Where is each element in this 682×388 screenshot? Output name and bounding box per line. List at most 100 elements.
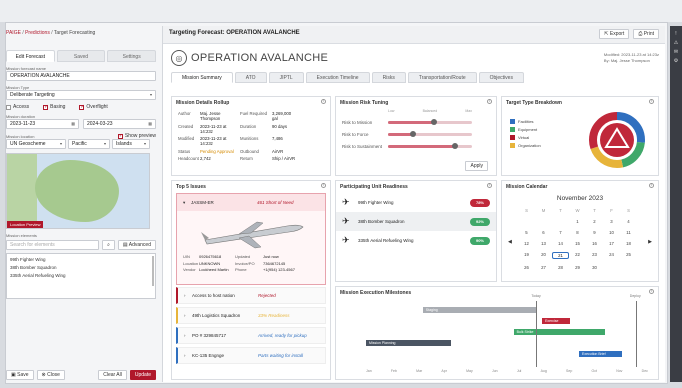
elements-search-input[interactable]: Search for elements — [6, 240, 100, 250]
apply-button[interactable]: Apply — [465, 161, 488, 171]
info-icon[interactable]: i — [321, 99, 326, 104]
info-icon[interactable]: i — [649, 289, 654, 294]
start-date-input[interactable]: 2023-11-23 ▦ — [6, 119, 79, 129]
breadcrumb-section[interactable]: Predictions — [25, 30, 50, 36]
calendar-day[interactable]: 5 — [518, 230, 535, 235]
calendar-day[interactable]: 11 — [620, 230, 637, 235]
calendar-day[interactable]: 13 — [535, 241, 552, 246]
export-button[interactable]: ⇱ Export — [599, 29, 630, 39]
region-select[interactable]: Pacific ▾ — [68, 139, 110, 149]
risk-slider-knob[interactable] — [410, 131, 417, 137]
chat-icon[interactable]: ✉ — [670, 48, 682, 57]
search-button[interactable]: ⌕ — [102, 240, 115, 250]
forecast-name-input[interactable]: OPERATION AVALANCHE — [6, 71, 156, 81]
risk-slider[interactable] — [388, 143, 472, 149]
milestone-bar[interactable]: Bulk Strike — [513, 329, 605, 335]
tab-saved[interactable]: Saved — [56, 50, 106, 62]
calendar-day[interactable]: 1 — [569, 219, 586, 224]
issue-expanded[interactable]: ▾ JASSM-ER 461 Short of Need UIN 09264756… — [176, 193, 326, 285]
alert-icon[interactable]: ! — [670, 30, 682, 39]
location-map[interactable]: Location Preview — [6, 153, 150, 229]
risk-slider[interactable] — [388, 119, 472, 125]
calendar-day[interactable]: 14 — [552, 241, 569, 246]
tab-risks[interactable]: Risks — [371, 72, 406, 83]
info-icon[interactable]: i — [487, 183, 492, 188]
risk-slider-knob[interactable] — [431, 119, 438, 125]
geoscheme-select[interactable]: UN Geoscheme ▾ — [6, 139, 66, 149]
milestone-bar[interactable]: Exercise — [542, 318, 571, 324]
calendar-day[interactable]: 7 — [552, 230, 569, 235]
milestone-bar[interactable]: Staging — [422, 307, 537, 313]
calendar-day[interactable]: 8 — [569, 230, 586, 235]
milestone-bar[interactable]: Execution Brief — [579, 351, 622, 357]
issue-row[interactable]: › Access to host nation Rejected — [176, 287, 326, 304]
advanced-button[interactable]: ▤ Advanced — [117, 240, 156, 250]
tab-execution-timeline[interactable]: Execution Timeline — [305, 72, 370, 83]
calendar-day[interactable]: 12 — [518, 241, 535, 246]
calendar-day[interactable]: 25 — [620, 252, 637, 259]
calendar-day[interactable]: 15 — [569, 241, 586, 246]
calendar-day[interactable]: 4 — [620, 219, 637, 224]
close-button[interactable]: ⊗ Close — [36, 370, 65, 380]
calendar-day[interactable]: 21 — [552, 252, 569, 259]
calendar-day[interactable]: 27 — [535, 265, 552, 270]
calendar-day[interactable]: 16 — [586, 241, 603, 246]
clear-all-button[interactable]: Clear All — [98, 370, 127, 380]
calendar-day[interactable]: 19 — [518, 252, 535, 259]
calendar-day[interactable]: 23 — [586, 252, 603, 259]
calendar-day[interactable]: 18 — [620, 241, 637, 246]
list-item[interactable]: 38th Bomber Squadron — [10, 264, 152, 272]
milestone-bar[interactable]: Mission Planning — [366, 340, 452, 346]
tab-jiptl[interactable]: JIPTL — [268, 72, 304, 83]
unit-row[interactable]: ✈ 335th Aerial Refueling Wing 90% — [336, 231, 496, 250]
list-item[interactable]: 99th Fighter Wing — [10, 256, 152, 264]
warning-icon[interactable]: ⚠ — [670, 39, 682, 48]
mission-type-select[interactable]: Deliberate Targeting ▾ — [6, 90, 156, 100]
overflight-checkbox[interactable]: Overflight — [79, 104, 108, 110]
calendar-day[interactable]: 29 — [569, 265, 586, 270]
tab-ato[interactable]: ATO — [234, 72, 267, 83]
list-scrollbar[interactable] — [152, 256, 154, 286]
save-button[interactable]: ▣ Save — [6, 370, 34, 380]
unit-row[interactable]: ✈ 38th Bomber Squadron 92% — [336, 212, 496, 231]
tab-mission-summary[interactable]: Mission Summary — [171, 72, 233, 83]
unit-row[interactable]: ✈ 99th Fighter Wing 78% — [336, 193, 496, 212]
calendar-day[interactable]: 2 — [586, 219, 603, 224]
prev-month-icon[interactable]: ◀ — [508, 239, 512, 245]
print-button[interactable]: ⎙ Print — [633, 29, 659, 39]
calendar-day[interactable]: 22 — [569, 252, 586, 259]
tab-edit-forecast[interactable]: Edit Forecast — [6, 50, 55, 62]
tab-objectives[interactable]: Objectives — [478, 72, 524, 83]
calendar-day[interactable]: 17 — [603, 241, 620, 246]
calendar-day[interactable]: 6 — [535, 230, 552, 235]
issue-header[interactable]: ▾ JASSM-ER 461 Short of Need — [177, 194, 325, 211]
breadcrumb-root[interactable]: PAIGE — [6, 30, 21, 36]
calendar-day[interactable]: 3 — [603, 219, 620, 224]
info-icon[interactable]: i — [487, 99, 492, 104]
elements-list[interactable]: 99th Fighter Wing 38th Bomber Squadron 3… — [6, 253, 156, 299]
tab-settings[interactable]: Settings — [107, 50, 157, 62]
issue-row[interactable]: › PO # 329845717 Arrived, ready for pickup — [176, 327, 326, 344]
risk-slider-knob[interactable] — [452, 143, 459, 149]
calendar-day[interactable]: 28 — [552, 265, 569, 270]
info-icon[interactable]: i — [649, 99, 654, 104]
risk-slider[interactable] — [388, 131, 472, 137]
calendar-day[interactable]: 9 — [586, 230, 603, 235]
calendar-day[interactable]: 30 — [586, 265, 603, 270]
update-button[interactable]: Update — [129, 370, 156, 380]
subregion-select[interactable]: Islands ▾ — [112, 139, 150, 149]
calendar-day[interactable]: 26 — [518, 265, 535, 270]
list-item[interactable]: 335th Aerial Refueling Wing — [10, 272, 152, 280]
calendar-day[interactable]: 20 — [535, 252, 552, 259]
end-date-input[interactable]: 2024-03-23 ▦ — [83, 119, 156, 129]
settings-icon[interactable]: ⚙ — [670, 57, 682, 66]
issue-row[interactable]: › KC-135 Engnge Parts waiting for install — [176, 347, 326, 364]
issue-row[interactable]: › 49th Logistics Squadron 33% Readiness — [176, 307, 326, 324]
tab-transportation[interactable]: Transportation/Route — [407, 72, 477, 83]
access-checkbox[interactable]: Access — [6, 104, 29, 110]
calendar-day[interactable]: 10 — [603, 230, 620, 235]
next-month-icon[interactable]: ▶ — [648, 239, 652, 245]
calendar-day[interactable]: 24 — [603, 252, 620, 259]
basing-checkbox[interactable]: Basing — [43, 104, 65, 110]
info-icon[interactable]: i — [649, 183, 654, 188]
